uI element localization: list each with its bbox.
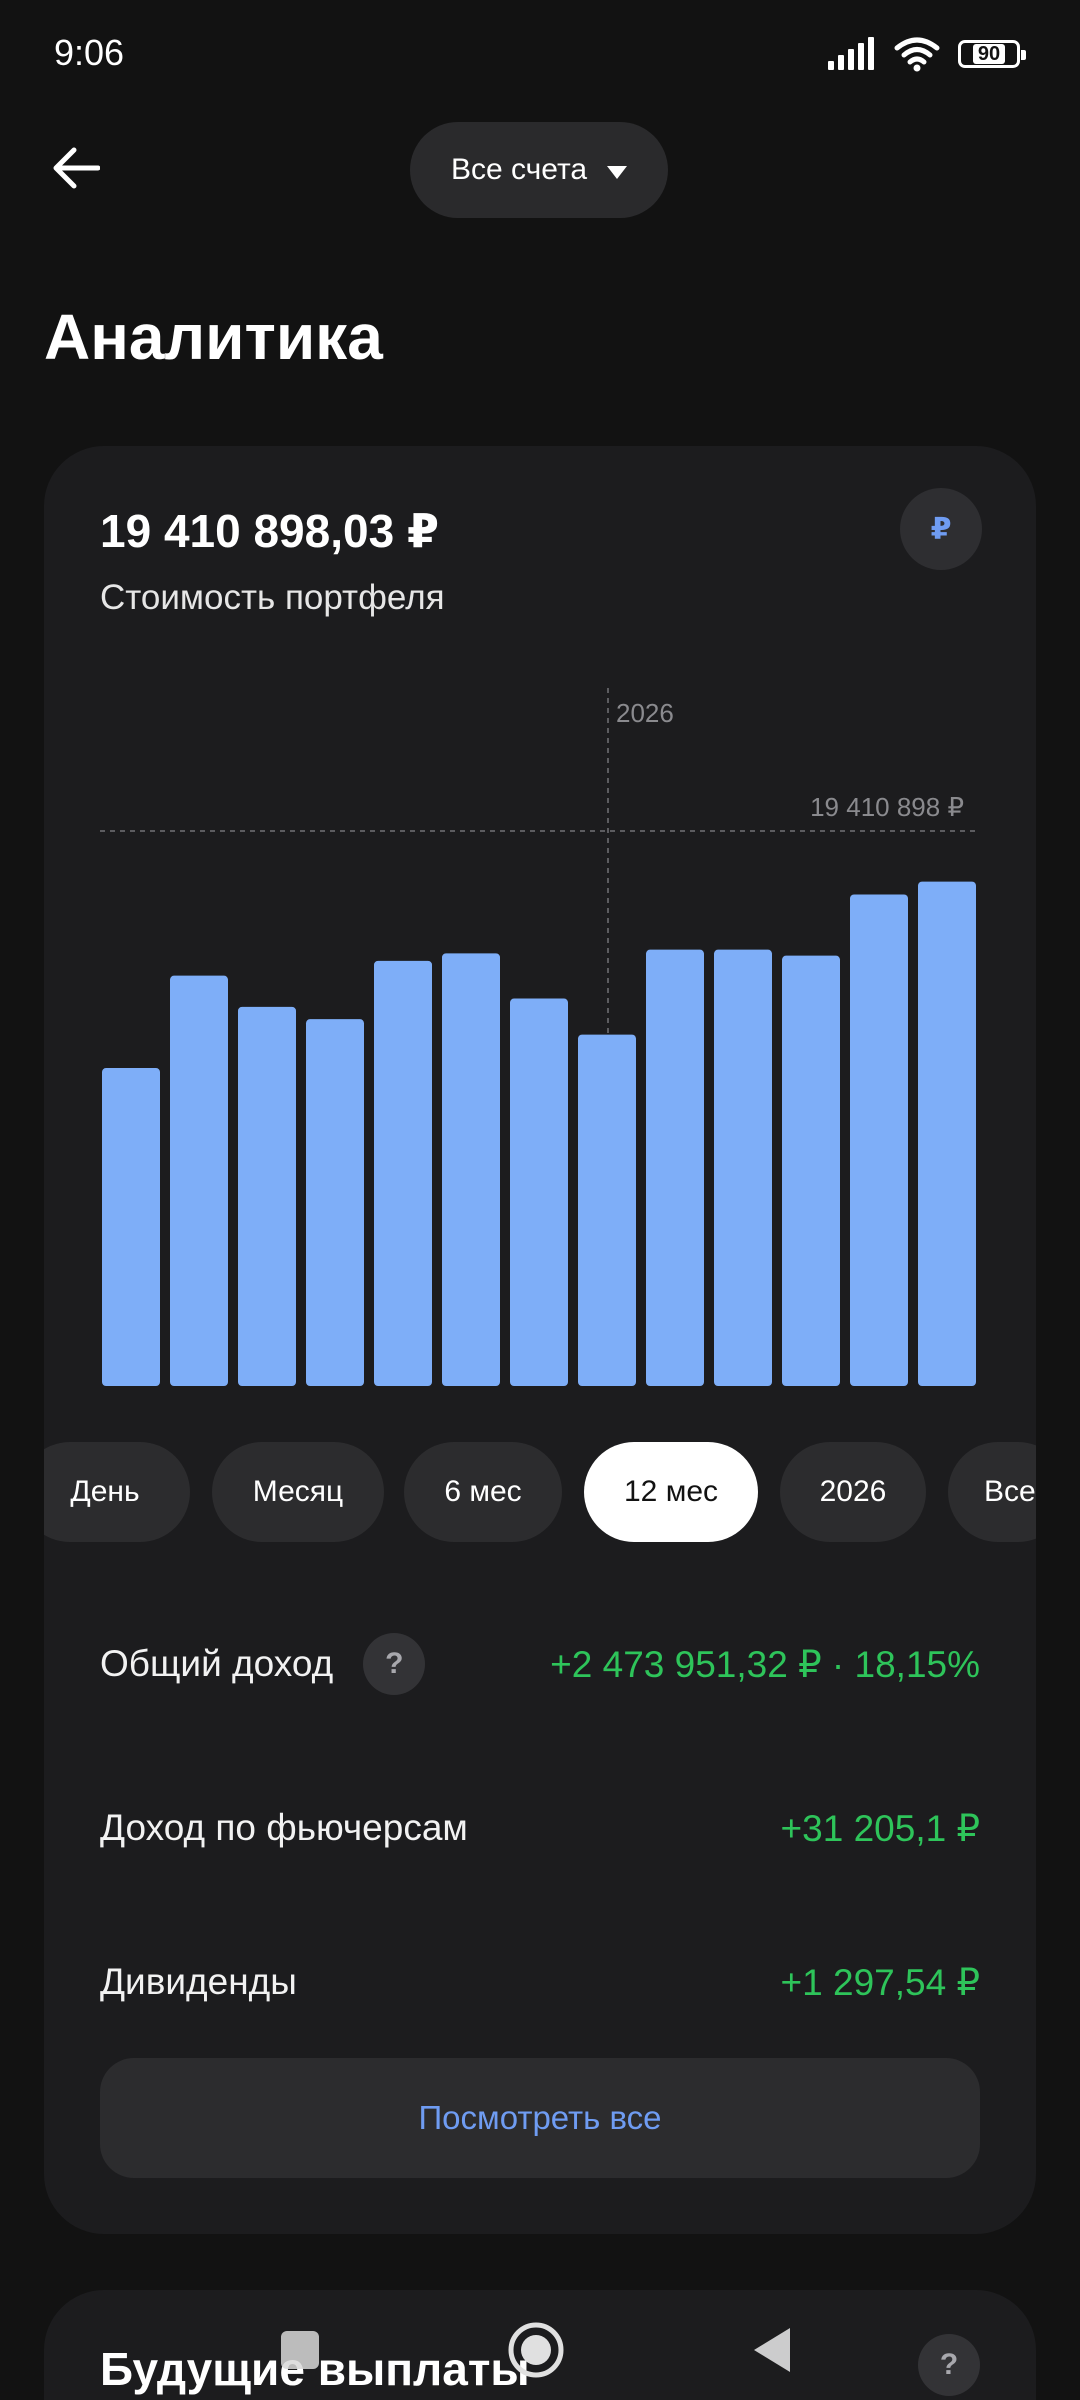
period-chip[interactable]: 2026 [780, 1442, 926, 1542]
period-chip[interactable]: 12 мес [584, 1442, 758, 1542]
square-icon [281, 2331, 319, 2369]
total-income-value: +2 473 951,32 ₽ · 18,15% [550, 1643, 980, 1685]
dividends-value: +1 297,54 ₽ [780, 1961, 980, 2003]
dividends-row[interactable]: Дивиденды +1 297,54 ₽ [100, 1952, 980, 2012]
account-selector-label: Все счета [450, 153, 588, 186]
back-nav-button[interactable] [734, 2312, 810, 2388]
chart-bar[interactable] [850, 894, 908, 1386]
account-selector[interactable]: Все счета [410, 122, 668, 218]
status-icons: 90 [826, 36, 1026, 72]
total-income-label: Общий доход [100, 1643, 334, 1684]
chart-bar[interactable] [782, 955, 840, 1386]
chart-bar[interactable] [238, 1006, 296, 1386]
chart-bar[interactable] [170, 975, 228, 1386]
chart-bar[interactable] [714, 949, 772, 1386]
chart-bars [102, 881, 976, 1386]
view-all-button[interactable]: Посмотреть все [100, 2058, 980, 2178]
system-nav-bar [0, 2300, 1080, 2400]
period-chip[interactable]: Все [948, 1442, 1036, 1542]
triangle-back-icon [754, 2328, 790, 2372]
total-income-label-group: Общий доход ? [100, 1633, 426, 1695]
chart-bar[interactable] [918, 881, 976, 1386]
analytics-screen: 9:06 90 Все счета Аналитика 19 410 898,0… [0, 0, 1080, 2400]
max-value-label: 19 410 898 ₽ [810, 792, 964, 822]
portfolio-card: 19 410 898,03 ₽ Стоимость портфеля ₽ 202… [44, 446, 1036, 2234]
chevron-down-icon [607, 165, 628, 179]
battery-level: 90 [972, 44, 1006, 64]
dividends-label: Дивиденды [100, 1961, 297, 2002]
page-title: Аналитика [44, 301, 383, 373]
period-selector: День Месяц 6 мес 12 мес 2026 Все [44, 1442, 1036, 1542]
chart-bar[interactable] [374, 960, 432, 1386]
status-time: 9:06 [54, 32, 125, 73]
help-icon[interactable]: ? [363, 1633, 426, 1695]
circle-icon [508, 2322, 564, 2378]
arrow-left-icon [53, 147, 100, 189]
futures-income-value: +31 205,1 ₽ [780, 1807, 980, 1849]
futures-income-label: Доход по фьючерсам [100, 1807, 468, 1848]
chart-bar[interactable] [102, 1068, 160, 1386]
period-chip[interactable]: Месяц [212, 1442, 384, 1542]
chart-bar[interactable] [578, 1034, 636, 1386]
portfolio-chart[interactable]: 2026 19 410 898 ₽ [44, 446, 1036, 1446]
back-button[interactable] [48, 140, 104, 196]
year-marker-label: 2026 [616, 698, 674, 728]
chart-bar[interactable] [442, 953, 500, 1386]
home-button[interactable] [498, 2312, 574, 2388]
period-chip[interactable]: 6 мес [404, 1442, 562, 1542]
chart-bar[interactable] [510, 998, 568, 1386]
wifi-icon [894, 37, 940, 72]
chart-bar[interactable] [646, 949, 704, 1386]
signal-icon [828, 37, 874, 70]
futures-income-row[interactable]: Доход по фьючерсам +31 205,1 ₽ [100, 1798, 980, 1858]
recent-apps-button[interactable] [262, 2312, 338, 2388]
total-income-row[interactable]: Общий доход ? +2 473 951,32 ₽ · 18,15% [100, 1633, 980, 1695]
battery-icon: 90 [958, 40, 1026, 68]
period-chip[interactable]: День [44, 1442, 190, 1542]
chart-bar[interactable] [306, 1019, 364, 1386]
